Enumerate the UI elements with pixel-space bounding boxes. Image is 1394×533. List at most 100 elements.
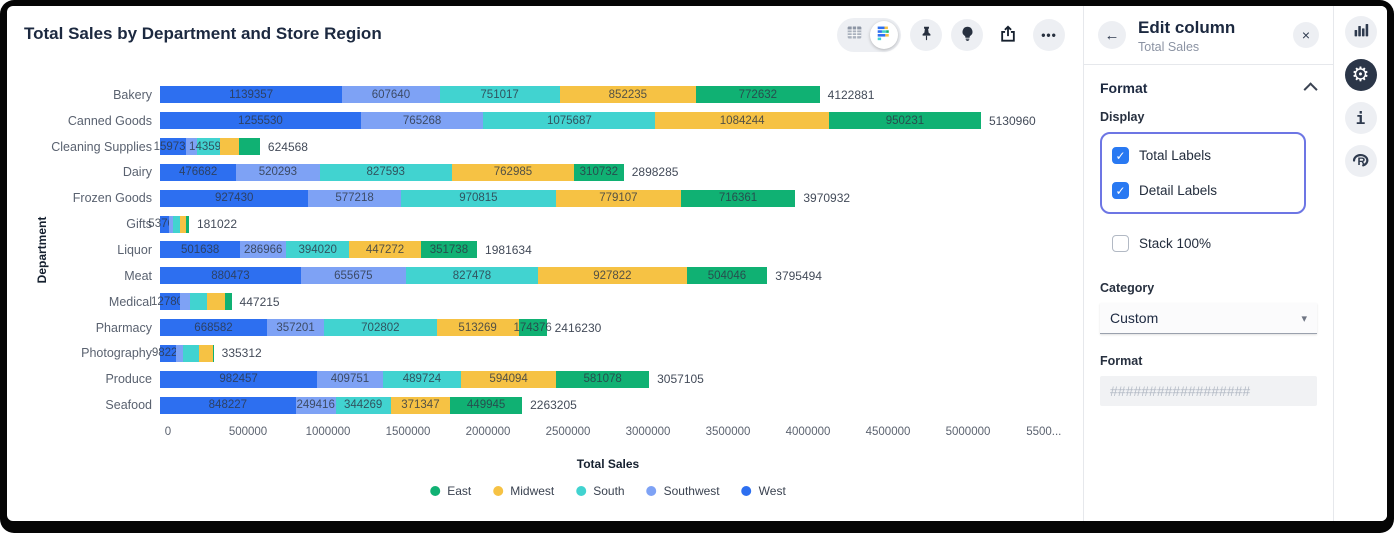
bar-segment-east[interactable]: 772632: [696, 86, 820, 103]
bar-segment-west[interactable]: 1255530: [160, 112, 361, 129]
more-button[interactable]: •••: [1033, 19, 1065, 51]
bar-segment-south[interactable]: 143592: [197, 138, 220, 155]
format-section-header[interactable]: Format: [1100, 80, 1317, 96]
bar-segment-west[interactable]: 98221: [160, 345, 176, 362]
bar-segment-west[interactable]: 927430: [160, 190, 308, 207]
checkbox-row-stack-100[interactable]: ✓ Stack 100%: [1100, 226, 1317, 261]
bar-segment-southwest[interactable]: 286966: [240, 241, 286, 258]
bar-segment-west[interactable]: 880473: [160, 267, 301, 284]
checkbox-row-total-labels[interactable]: ✓ Total Labels: [1112, 138, 1294, 173]
bar-segment-west[interactable]: 982457: [160, 371, 317, 388]
screenshot-frame: Total Sales by Department and Store Regi…: [0, 0, 1394, 533]
bar-segment-south[interactable]: 702802: [324, 319, 436, 336]
bar-segment-midwest[interactable]: 447272: [349, 241, 421, 258]
detail-labels-checkbox[interactable]: ✓: [1112, 182, 1129, 199]
chart-view-button[interactable]: [870, 21, 898, 49]
bar-segment-east[interactable]: 310732: [574, 164, 624, 181]
bar-segment-midwest[interactable]: [220, 138, 239, 155]
bar-segment-west[interactable]: 848227: [160, 397, 296, 414]
bar-segment-east[interactable]: [186, 216, 189, 233]
detail-label: 489724: [403, 373, 441, 385]
stack-100-checkbox[interactable]: ✓: [1112, 235, 1129, 252]
share-button[interactable]: [992, 19, 1024, 51]
bar-segment-midwest[interactable]: 927822: [538, 267, 686, 284]
bar-segment-south[interactable]: 1075687: [483, 112, 655, 129]
bar-segment-midwest[interactable]: 762985: [452, 164, 574, 181]
bar-segment-east[interactable]: 351738: [421, 241, 477, 258]
r-language-button[interactable]: R: [1345, 145, 1377, 177]
checkbox-row-detail-labels[interactable]: ✓ Detail Labels: [1112, 173, 1294, 208]
bar-segment-midwest[interactable]: 1084244: [655, 112, 828, 129]
explore-button[interactable]: [951, 19, 983, 51]
back-button[interactable]: ←: [1098, 21, 1126, 49]
category-select[interactable]: Custom ▾: [1100, 303, 1317, 334]
bar-segment-south[interactable]: [183, 345, 198, 362]
bar-segment-east[interactable]: 581078: [556, 371, 649, 388]
bar-segment-south[interactable]: 751017: [440, 86, 560, 103]
bar-segment-south[interactable]: 394020: [286, 241, 349, 258]
checkbox-label: Stack 100%: [1139, 236, 1211, 251]
bar-segment-midwest[interactable]: 594094: [461, 371, 556, 388]
bar-segment-midwest[interactable]: 513269: [437, 319, 519, 336]
bar-segment-west[interactable]: 159738: [160, 138, 186, 155]
legend-item[interactable]: West: [742, 484, 786, 498]
bar-segment-east[interactable]: 716361: [681, 190, 796, 207]
bar-segment-south[interactable]: 827593: [320, 164, 452, 181]
bar-segment-west[interactable]: 53763: [160, 216, 169, 233]
bar-chart-icon: [876, 24, 893, 46]
bar-segment-south[interactable]: [190, 293, 207, 310]
bar-segment-west[interactable]: 501638: [160, 241, 240, 258]
detail-label: 174376: [513, 322, 551, 334]
bar-segment-east[interactable]: [225, 293, 231, 310]
bar-segment-midwest[interactable]: [207, 293, 225, 310]
settings-button[interactable]: ⚙: [1345, 59, 1377, 91]
info-button[interactable]: i: [1345, 102, 1377, 134]
bar-segment-south[interactable]: 970815: [401, 190, 556, 207]
detail-label: 581078: [583, 373, 621, 385]
bar-segment-southwest[interactable]: 357201: [267, 319, 324, 336]
bar-segment-midwest[interactable]: 852235: [560, 86, 696, 103]
bar-segment-southwest[interactable]: [176, 345, 184, 362]
checkbox-label: Detail Labels: [1139, 183, 1217, 198]
detail-label: 249416: [296, 399, 334, 411]
total-label: 1981634: [485, 243, 532, 257]
bar-segment-midwest[interactable]: 779107: [556, 190, 681, 207]
bar-segment-east[interactable]: 504046: [687, 267, 768, 284]
legend-item[interactable]: East: [430, 484, 471, 498]
bar-segment-east[interactable]: 174376: [519, 319, 547, 336]
bar-segment-midwest[interactable]: 371347: [391, 397, 450, 414]
bar-segment-southwest[interactable]: [180, 293, 190, 310]
format-input[interactable]: [1100, 376, 1317, 406]
table-view-button[interactable]: [840, 21, 868, 49]
element-properties-button[interactable]: [1345, 16, 1377, 48]
bar-segment-west[interactable]: 1139357: [160, 86, 342, 103]
bar-segment-southwest[interactable]: 249416: [296, 397, 336, 414]
bar-segment-southwest[interactable]: 607640: [342, 86, 439, 103]
bar-segment-midwest[interactable]: [199, 345, 213, 362]
bar-segment-east[interactable]: [213, 345, 214, 362]
y-axis-category-label: Gifts: [7, 217, 160, 231]
back-arrow-icon: ←: [1105, 27, 1120, 44]
bar-segment-south[interactable]: 827478: [406, 267, 538, 284]
legend-item[interactable]: Southwest: [647, 484, 720, 498]
bar-segment-west[interactable]: 668582: [160, 319, 267, 336]
bar-segment-southwest[interactable]: 520293: [236, 164, 319, 181]
bar-segment-west[interactable]: 476682: [160, 164, 236, 181]
legend-item[interactable]: South: [576, 484, 624, 498]
detail-label: 371347: [401, 399, 439, 411]
close-button[interactable]: ×: [1293, 22, 1319, 48]
bar-segment-east[interactable]: 449945: [450, 397, 522, 414]
bar-segment-southwest[interactable]: 409751: [317, 371, 383, 388]
bar-segment-south[interactable]: 344269: [336, 397, 391, 414]
pin-button[interactable]: [910, 19, 942, 51]
total-labels-checkbox[interactable]: ✓: [1112, 147, 1129, 164]
legend-item[interactable]: Midwest: [493, 484, 554, 498]
bar-segment-south[interactable]: 489724: [383, 371, 461, 388]
bar-segment-southwest[interactable]: 577218: [308, 190, 400, 207]
bar-segment-east[interactable]: [239, 138, 260, 155]
bar-segment-southwest[interactable]: 765268: [361, 112, 483, 129]
bar-segment-west[interactable]: 127807: [160, 293, 180, 310]
bar-segment-south[interactable]: [173, 216, 181, 233]
bar-segment-east[interactable]: 950231: [829, 112, 981, 129]
bar-segment-southwest[interactable]: 655675: [301, 267, 406, 284]
